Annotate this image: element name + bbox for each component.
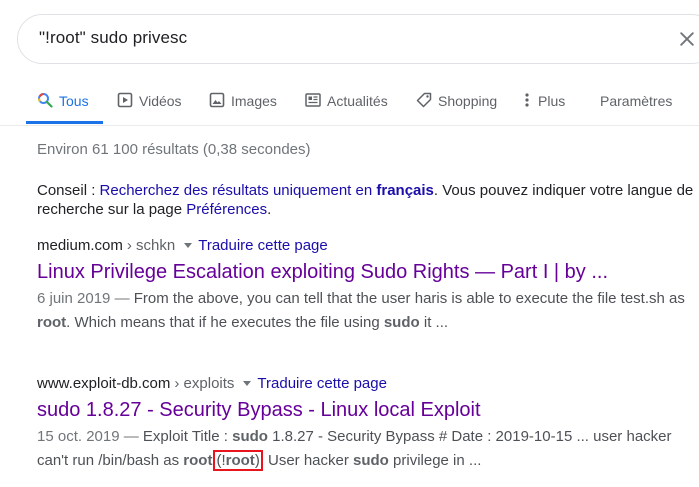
- search-tabs: Tous Vidéos Images Actualités Shopping P…: [0, 84, 699, 126]
- search-input[interactable]: "!root" sudo privesc: [39, 28, 187, 48]
- clear-search-button[interactable]: [675, 27, 699, 51]
- tab-shopping-label: Shopping: [438, 93, 498, 109]
- active-tab-indicator: [26, 121, 103, 124]
- caret-down-icon[interactable]: [243, 381, 252, 386]
- tab-images-label: Images: [231, 93, 277, 109]
- video-play-icon: [117, 92, 133, 108]
- snippet-text: Exploit Title :: [142, 428, 233, 445]
- result-title-link[interactable]: sudo 1.8.27 - Security Bypass - Linux lo…: [37, 399, 699, 422]
- tip-language-link[interactable]: Recherchez des résultats uniquement en f…: [100, 182, 434, 199]
- tab-videos-label: Vidéos: [139, 93, 182, 109]
- tab-more-label: Plus: [538, 93, 566, 109]
- translate-page-link[interactable]: Traduire cette page: [257, 375, 387, 392]
- snippet-bold: root: [183, 452, 213, 469]
- highlight-annotation-box: (!root): [213, 450, 263, 471]
- snippet-bold: sudo: [232, 428, 268, 445]
- result-domain: www.exploit-db.com: [37, 375, 171, 392]
- tab-news-label: Actualités: [327, 93, 388, 109]
- snippet-text: . Which means that if he executes the fi…: [66, 314, 384, 331]
- caret-down-icon[interactable]: [184, 243, 193, 248]
- snippet-bold: sudo: [383, 314, 420, 331]
- more-vert-icon: [525, 93, 529, 107]
- result-cite: medium.com › schkn Traduire cette page: [37, 237, 699, 254]
- translate-page-link[interactable]: Traduire cette page: [198, 237, 328, 254]
- result-path: › exploits: [174, 375, 235, 392]
- result-domain: medium.com: [37, 237, 123, 254]
- tab-videos[interactable]: Vidéos: [117, 84, 182, 126]
- snippet-bold: sudo: [353, 452, 389, 469]
- result-cite: www.exploit-db.com › exploits Traduire c…: [37, 375, 699, 392]
- tabs-divider: [0, 125, 699, 126]
- preferences-link[interactable]: Préférences: [186, 201, 267, 218]
- news-icon: [305, 93, 321, 107]
- tip-link-text: Recherchez des résultats uniquement en: [99, 182, 377, 199]
- close-icon: [680, 32, 694, 46]
- snippet-bold: root: [37, 314, 67, 331]
- tip-middle: . Vous pouvez indiquer votre langue de: [433, 182, 694, 199]
- tab-news[interactable]: Actualités: [305, 84, 388, 126]
- tab-shopping[interactable]: Shopping: [416, 84, 497, 126]
- tab-settings[interactable]: Paramètres: [600, 84, 672, 126]
- tip-link-language: français: [376, 182, 434, 199]
- tip-end: .: [267, 201, 272, 218]
- snippet-text: it ...: [419, 314, 449, 331]
- tab-all-label: Tous: [59, 93, 89, 109]
- tab-more[interactable]: Plus: [522, 84, 565, 126]
- tip-prefix: Conseil :: [37, 182, 100, 199]
- result-snippet: 6 juin 2019 — From the above, you can te…: [37, 287, 697, 335]
- result-date: 6 juin 2019 —: [37, 290, 134, 307]
- snippet-text: (!: [216, 452, 226, 469]
- snippet-text: User hacker: [263, 452, 354, 469]
- search-icon: [38, 93, 53, 108]
- search-box[interactable]: "!root" sudo privesc: [17, 14, 699, 64]
- search-result: medium.com › schkn Traduire cette page L…: [37, 237, 699, 335]
- result-title-link[interactable]: Linux Privilege Escalation exploiting Su…: [37, 261, 699, 284]
- language-tip: Conseil : Recherchez des résultats uniqu…: [37, 181, 699, 219]
- snippet-bold: root: [225, 452, 255, 469]
- snippet-text: privilege in ...: [388, 452, 482, 469]
- image-icon: [209, 92, 225, 108]
- result-path: › schkn: [126, 237, 176, 254]
- tab-all[interactable]: Tous: [37, 84, 89, 126]
- snippet-text: From the above, you can tell that the us…: [133, 290, 685, 307]
- result-date: 15 oct. 2019 —: [37, 428, 143, 445]
- snippet-text: ): [254, 452, 260, 469]
- result-stats: Environ 61 100 résultats (0,38 secondes): [37, 141, 311, 158]
- result-snippet: 15 oct. 2019 — Exploit Title : sudo 1.8.…: [37, 425, 697, 473]
- tip-line2: recherche sur la page: [37, 201, 187, 218]
- tab-images[interactable]: Images: [209, 84, 277, 126]
- tab-settings-label: Paramètres: [600, 93, 673, 109]
- tag-icon: [416, 92, 432, 108]
- search-result: www.exploit-db.com › exploits Traduire c…: [37, 375, 699, 473]
